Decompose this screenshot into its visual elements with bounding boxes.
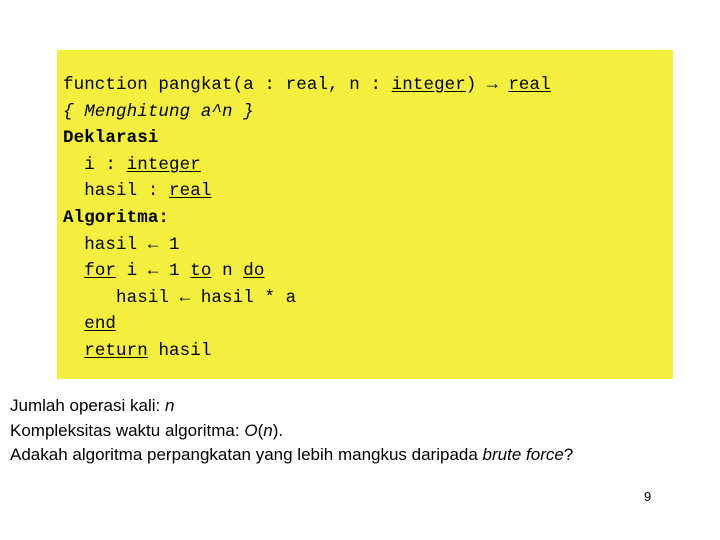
page-number: 9 — [644, 489, 652, 504]
line-algoritma: Algoritma: — [57, 205, 673, 232]
pseudocode-panel: function pangkat(a : real, n : integer) … — [57, 50, 673, 379]
line-loop-body: hasil ← hasil * a — [57, 285, 673, 312]
code-segment: Deklarasi — [63, 128, 159, 149]
code-segment: do — [243, 261, 265, 282]
code-segment: real — [169, 181, 212, 202]
line-return: return hasil — [57, 338, 673, 365]
code-segment: ) — [465, 75, 488, 95]
code-segment: integer — [391, 75, 466, 95]
note-segment: Adakah algoritma perpangkatan yang lebih… — [10, 445, 483, 464]
line-decl-hasil: hasil : real — [57, 178, 673, 205]
note-jumlah-operasi: Jumlah operasi kali: n — [10, 394, 710, 419]
code-segment: i ← 1 — [116, 261, 191, 282]
line-deklarasi: Deklarasi — [57, 125, 673, 152]
note-segment: Kompleksitas waktu algoritma: — [10, 420, 245, 440]
line-for: for i ← 1 to n do — [57, 258, 673, 285]
code-segment: n — [211, 261, 244, 282]
note-segment: brute force — [482, 445, 564, 464]
code-segment: hasil : — [63, 181, 170, 202]
code-segment: → — [487, 75, 498, 95]
code-segment: real — [508, 75, 551, 95]
code-segment: function pangkat(a : real, n : — [63, 75, 392, 95]
note-segment: ? — [563, 445, 574, 464]
code-segment: integer — [126, 154, 201, 175]
code-segment: i : — [63, 154, 127, 175]
line-comment: { Menghitung a^n } — [57, 99, 673, 126]
line-signature: function pangkat(a : real, n : integer) … — [57, 72, 673, 99]
note-kompleksitas: Kompleksitas waktu algoritma: O(n). — [10, 419, 710, 444]
code-segment: hasil ← hasil * a — [63, 287, 297, 308]
code-segment: end — [84, 314, 117, 335]
note-pertanyaan: Adakah algoritma perpangkatan yang lebih… — [10, 443, 710, 468]
note-segment: n — [164, 396, 175, 415]
line-init-hasil: hasil ← 1 — [57, 232, 673, 259]
note-segment: O — [244, 420, 258, 440]
code-segment: hasil ← 1 — [63, 234, 180, 255]
code-segment: hasil — [147, 340, 212, 361]
line-decl-i: i : integer — [57, 152, 673, 179]
code-segment: to — [190, 261, 212, 282]
code-segment: for — [84, 261, 117, 282]
pseudocode-line-list: function pangkat(a : real, n : integer) … — [57, 72, 673, 365]
code-segment: { Menghitung a^n } — [63, 101, 254, 122]
note-segment: ). — [272, 420, 284, 440]
line-end: end — [57, 311, 673, 338]
notes-block: Jumlah operasi kali: n Kompleksitas waktu… — [10, 394, 710, 468]
note-segment: n — [263, 420, 273, 440]
slide-canvas: function pangkat(a : real, n : integer) … — [0, 0, 720, 540]
note-segment: Jumlah operasi kali: — [10, 396, 165, 415]
code-segment: Algoritma: — [63, 207, 170, 228]
code-segment: return — [84, 340, 148, 361]
